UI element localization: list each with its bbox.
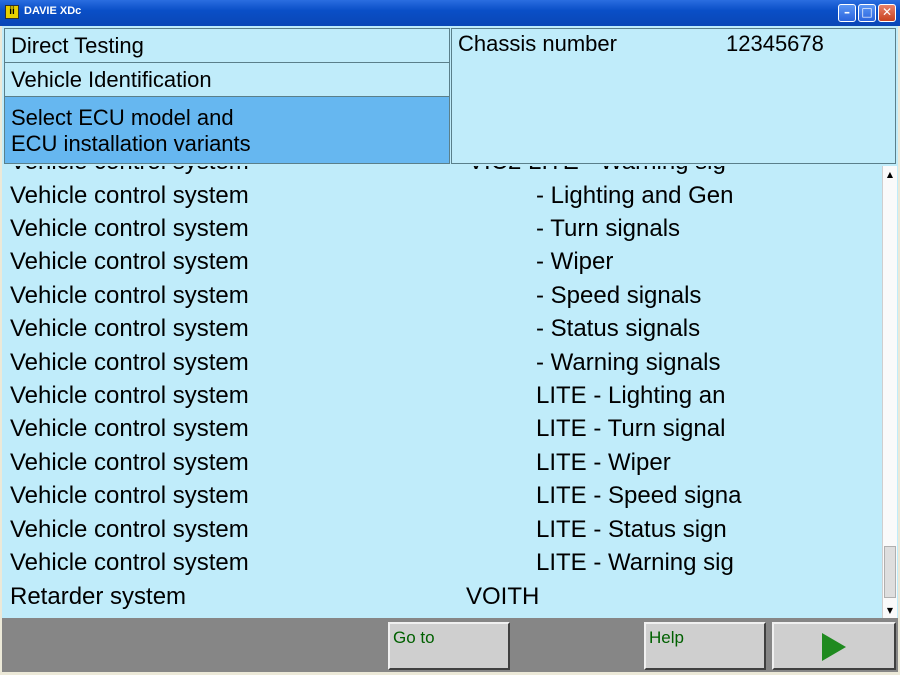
list-item-variant: LITE - Speed signa [536, 482, 742, 509]
navigation-menu: Direct Testing Vehicle Identification Se… [4, 28, 450, 164]
list-item-variant: LITE - Lighting an [536, 382, 726, 409]
list-item-variant: - Speed signals [536, 282, 702, 309]
list-item-variant: - Warning signals [536, 349, 721, 376]
list-item[interactable]: Vehicle control system - Warning signals [4, 349, 882, 383]
list-item[interactable]: Vehicle control system LITE - Turn signa… [4, 415, 882, 449]
list-item-system: Vehicle control system [10, 482, 249, 509]
goto-button[interactable]: Go to [388, 622, 510, 670]
list-item-variant: - Turn signals [536, 215, 681, 242]
scrollbar-thumb[interactable] [884, 546, 896, 598]
list-item-system: Retarder system [10, 583, 187, 610]
list-item-variant: LITE - Turn signal [536, 415, 726, 442]
maximize-button[interactable]: □ [858, 4, 876, 22]
list-item[interactable]: Vehicle control system - Status signals [4, 315, 882, 349]
list-item[interactable]: Vehicle control system LITE - Wiper [4, 449, 882, 483]
list-item-variant: VIC2 LITE - Warning sig [468, 166, 726, 176]
menu-item-select-ecu-line2: ECU installation variants [11, 131, 251, 156]
window-title: DAVIE XDc [24, 5, 82, 17]
list-item[interactable]: Vehicle control system LITE - Status sig… [4, 516, 882, 550]
list-item-variant: LITE - Warning sig [536, 549, 734, 576]
list-item-variant: - Lighting and Gen [536, 182, 734, 209]
list-item[interactable]: Vehicle control system LITE - Warning si… [4, 549, 882, 583]
list-item-system: Vehicle control system [10, 382, 249, 409]
list-item-system: Vehicle control system [10, 315, 249, 342]
list-item[interactable]: Vehicle control system - Lighting and Ge… [4, 182, 882, 216]
title-bar[interactable]: ii DAVIE XDc – □ ✕ [0, 0, 900, 26]
next-button[interactable] [772, 622, 896, 670]
davie-app-icon: ii [5, 5, 19, 19]
ecu-list[interactable]: Vehicle control system VIC2 LITE - Warni… [4, 166, 882, 618]
list-item-variant: VOITH [466, 583, 540, 610]
scroll-up-arrow-icon[interactable]: ▲ [883, 168, 897, 182]
list-item-variant: LITE - Wiper [536, 449, 671, 476]
list-item-variant: - Status signals [536, 315, 701, 342]
list-item-system: Vehicle control system [10, 449, 249, 476]
list-item-system: Vehicle control system [10, 215, 249, 242]
list-item[interactable]: Vehicle control system - Speed signals [4, 282, 882, 316]
list-scrollbar[interactable]: ▲ ▼ [882, 166, 897, 618]
help-button[interactable]: Help [644, 622, 766, 670]
list-item-system: Vehicle control system [10, 182, 249, 209]
list-item-system: Vehicle control system [10, 349, 249, 376]
play-icon [822, 633, 846, 661]
list-item-system: Vehicle control system [10, 282, 249, 309]
list-item-system: Vehicle control system [10, 516, 249, 543]
list-item-system: Vehicle control system [10, 248, 249, 275]
list-item[interactable]: Vehicle control system VIC2 LITE - Warni… [4, 166, 882, 182]
bottom-toolbar: Go to Help [2, 618, 898, 672]
list-item[interactable]: Vehicle control system LITE - Speed sign… [4, 482, 882, 516]
list-item[interactable]: Vehicle control system - Wiper [4, 248, 882, 282]
list-item-variant: - Wiper [536, 248, 614, 275]
main-content: Direct Testing Vehicle Identification Se… [2, 26, 898, 672]
chassis-number-label: Chassis number [458, 31, 617, 56]
menu-item-select-ecu[interactable]: Select ECU model and ECU installation va… [5, 97, 449, 163]
list-item[interactable]: Vehicle control system - Turn signals [4, 215, 882, 249]
scroll-down-arrow-icon[interactable]: ▼ [883, 604, 897, 618]
menu-item-vehicle-identification[interactable]: Vehicle Identification [5, 63, 449, 97]
list-item-system: Vehicle control system [10, 549, 249, 576]
list-item-system: Vehicle control system [10, 166, 249, 176]
list-item-system: Vehicle control system [10, 415, 249, 442]
chassis-number-value: 12345678 [726, 31, 824, 56]
list-item[interactable]: Retarder system VOITH [4, 583, 882, 617]
list-item-variant: LITE - Status sign [536, 516, 727, 543]
menu-item-select-ecu-line1: Select ECU model and [11, 105, 234, 130]
minimize-button[interactable]: – [838, 4, 856, 22]
menu-item-direct-testing[interactable]: Direct Testing [5, 29, 449, 63]
close-button[interactable]: ✕ [878, 4, 896, 22]
vehicle-info-panel: Chassis number 12345678 [451, 28, 896, 164]
list-item[interactable]: Vehicle control system LITE - Lighting a… [4, 382, 882, 416]
